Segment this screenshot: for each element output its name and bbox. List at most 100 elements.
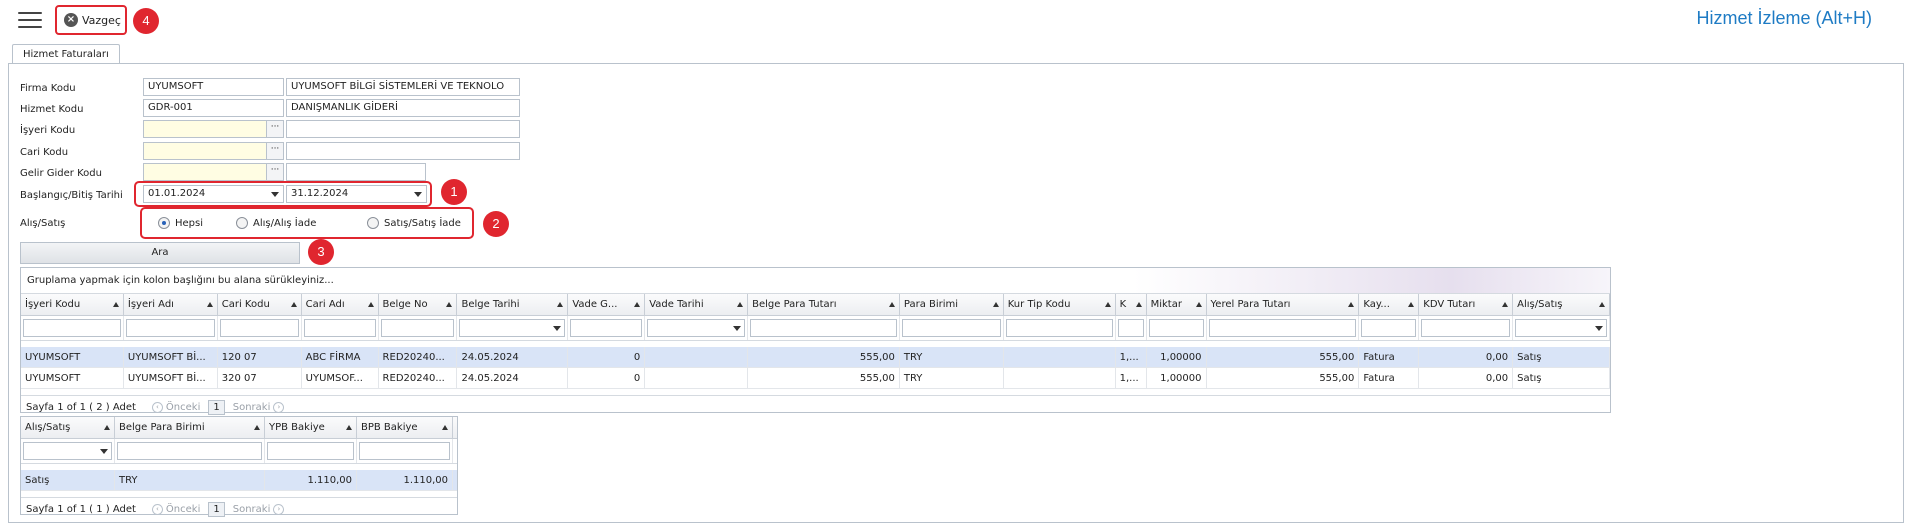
- filter-input[interactable]: [117, 442, 262, 460]
- filter-input[interactable]: [1421, 319, 1511, 337]
- close-icon: ×: [64, 13, 78, 27]
- main-col-header-belge-para-tutari[interactable]: Belge Para Tutarı: [748, 294, 900, 315]
- main-filter-cell: [457, 316, 569, 340]
- main-col-header-para-birimi[interactable]: Para Birimi: [900, 294, 1004, 315]
- cancel-button-label: Vazgeç: [82, 13, 121, 27]
- filter-input[interactable]: [380, 319, 455, 337]
- table-row[interactable]: Satış TRY 1.110,00 1.110,00: [21, 470, 457, 491]
- sort-icon: [290, 302, 297, 307]
- start-date-picker[interactable]: 01.01.2024: [143, 185, 284, 203]
- main-filter-cell: [1004, 316, 1116, 340]
- main-col-header-alis-satis[interactable]: Alış/Satış: [1513, 294, 1611, 315]
- filter-input[interactable]: [570, 319, 643, 337]
- cari-kodu-label: Cari Kodu: [20, 147, 69, 158]
- firma-adi-field: UYUMSOFT BİLGİ SİSTEMLERİ VE TEKNOLO: [286, 78, 520, 96]
- invoice-grid: Gruplama yapmak için kolon başlığını bu …: [20, 267, 1611, 415]
- isyeri-kodu-lookup-button[interactable]: ···: [266, 120, 284, 138]
- main-col-header-miktar[interactable]: Miktar: [1147, 294, 1207, 315]
- filter-input[interactable]: [901, 319, 1001, 337]
- filter-input[interactable]: [219, 319, 299, 337]
- filter-dropdown[interactable]: [647, 319, 746, 337]
- table-row[interactable]: UYUMSOFT UYUMSOFT Bİ... 120 07 ABC FİRMA RED…: [21, 347, 1610, 368]
- gelir-gider-kodu-lookup-button[interactable]: ···: [266, 163, 284, 181]
- chevron-left-icon: ‹: [151, 504, 163, 515]
- isyeri-kodu-input[interactable]: [143, 120, 267, 138]
- summary-col-header-bpb-bakiye[interactable]: BPB Bakiye: [357, 417, 453, 438]
- firma-kodu-input[interactable]: UYUMSOFT: [143, 78, 284, 96]
- main-col-header-belge-no[interactable]: Belge No: [379, 294, 458, 315]
- main-col-header-kur-tip-kodu[interactable]: Kur Tip Kodu: [1004, 294, 1116, 315]
- hamburger-menu-icon[interactable]: [18, 12, 42, 30]
- prev-page-button[interactable]: ‹ Önceki: [149, 498, 200, 522]
- annotation-badge-1: 1: [441, 179, 467, 205]
- sort-icon: [1599, 302, 1606, 307]
- table-cell: 1.110,00: [357, 470, 453, 490]
- main-filter-cell: [21, 316, 124, 340]
- filter-input[interactable]: [1148, 319, 1204, 337]
- search-button[interactable]: Ara: [20, 242, 300, 264]
- main-filter-cell: [1513, 316, 1610, 340]
- filter-input[interactable]: [267, 442, 354, 460]
- main-col-header-kdv-tutari[interactable]: KDV Tutarı: [1419, 294, 1514, 315]
- summary-col-header-belge-para-birimi[interactable]: Belge Para Birimi: [115, 417, 265, 438]
- page-number[interactable]: 1: [208, 502, 225, 517]
- filter-input[interactable]: [23, 319, 121, 337]
- column-header-label: İşyeri Adı: [127, 299, 174, 310]
- main-col-header-vade-tarihi[interactable]: Vade Tarihi: [645, 294, 749, 315]
- hizmet-kodu-input[interactable]: GDR-001: [143, 99, 284, 117]
- main-col-header-kay[interactable]: Kay...: [1359, 294, 1420, 315]
- column-header-label: Yerel Para Tutarı: [1210, 299, 1291, 310]
- cancel-button[interactable]: × Vazgeç: [55, 5, 127, 35]
- table-cell: 555,00: [1207, 347, 1360, 367]
- next-page-button[interactable]: Sonraki ›: [233, 498, 288, 522]
- cari-kodu-input[interactable]: [143, 142, 267, 160]
- filter-input[interactable]: [1117, 319, 1144, 337]
- sort-icon: [254, 425, 260, 430]
- column-header-label: KDV Tutarı: [1423, 299, 1476, 310]
- start-date-value: 01.01.2024: [148, 188, 206, 199]
- main-col-header-i-syeri-kodu[interactable]: İşyeri Kodu: [21, 294, 124, 315]
- radio-hepsi[interactable]: Hepsi: [158, 217, 203, 229]
- tab-hizmet-faturalari[interactable]: Hizmet Faturaları: [12, 44, 120, 64]
- radio-satis-satis-iade[interactable]: Satış/Satış İade: [367, 217, 461, 229]
- main-filter-cell: [568, 316, 646, 340]
- filter-input[interactable]: [125, 319, 215, 337]
- table-cell: Fatura: [1359, 368, 1420, 388]
- main-col-header-belge-tarihi[interactable]: Belge Tarihi: [457, 294, 569, 315]
- column-header-label: Alış/Satış: [1517, 299, 1563, 310]
- column-header-label: Kur Tip Kodu: [1007, 299, 1071, 310]
- main-col-header-k[interactable]: K: [1116, 294, 1147, 315]
- isyeri-kodu-label: İşyeri Kodu: [20, 125, 76, 136]
- main-filter-cell: [748, 316, 900, 340]
- filter-input[interactable]: [359, 442, 450, 460]
- filter-input[interactable]: [1361, 319, 1417, 337]
- cari-kodu-lookup-button[interactable]: ···: [266, 142, 284, 160]
- filter-dropdown[interactable]: [23, 442, 112, 460]
- filter-dropdown[interactable]: [1515, 319, 1607, 337]
- filter-input[interactable]: [1005, 319, 1113, 337]
- filter-input[interactable]: [1208, 319, 1357, 337]
- chevron-down-icon: [414, 192, 422, 197]
- filter-input[interactable]: [303, 319, 376, 337]
- summary-col-header-alis-satis[interactable]: Alış/Satış: [21, 417, 115, 438]
- page-number[interactable]: 1: [208, 400, 225, 415]
- chevron-down-icon: [733, 326, 742, 331]
- main-col-header-yerel-para-tutari[interactable]: Yerel Para Tutarı: [1207, 294, 1360, 315]
- filter-input[interactable]: [750, 319, 897, 337]
- column-header-label: Para Birimi: [903, 299, 959, 310]
- sort-icon: [442, 425, 448, 430]
- radio-alis-alis-iade[interactable]: Alış/Alış İade: [236, 217, 316, 229]
- table-row[interactable]: UYUMSOFT UYUMSOFT Bİ... 320 07 UYUMSOF... RE…: [21, 368, 1610, 389]
- alis-satis-label: Alış/Satış: [20, 218, 66, 229]
- summary-col-header-ypb-bakiye[interactable]: YPB Bakiye: [265, 417, 357, 438]
- main-col-header-i-syeri-adi[interactable]: İşyeri Adı: [124, 294, 218, 315]
- end-date-picker[interactable]: 31.12.2024: [286, 185, 427, 203]
- gelir-gider-kodu-input[interactable]: [143, 163, 267, 181]
- main-col-header-vade-g[interactable]: Vade G...: [568, 294, 646, 315]
- grid-filter-row: [21, 316, 1610, 341]
- cari-adi-field: [286, 142, 520, 160]
- filter-dropdown[interactable]: [459, 319, 566, 337]
- main-col-header-cari-adi[interactable]: Cari Adı: [302, 294, 379, 315]
- tarih-label: Başlangıç/Bitiş Tarihi: [20, 190, 123, 201]
- main-col-header-cari-kodu[interactable]: Cari Kodu: [218, 294, 302, 315]
